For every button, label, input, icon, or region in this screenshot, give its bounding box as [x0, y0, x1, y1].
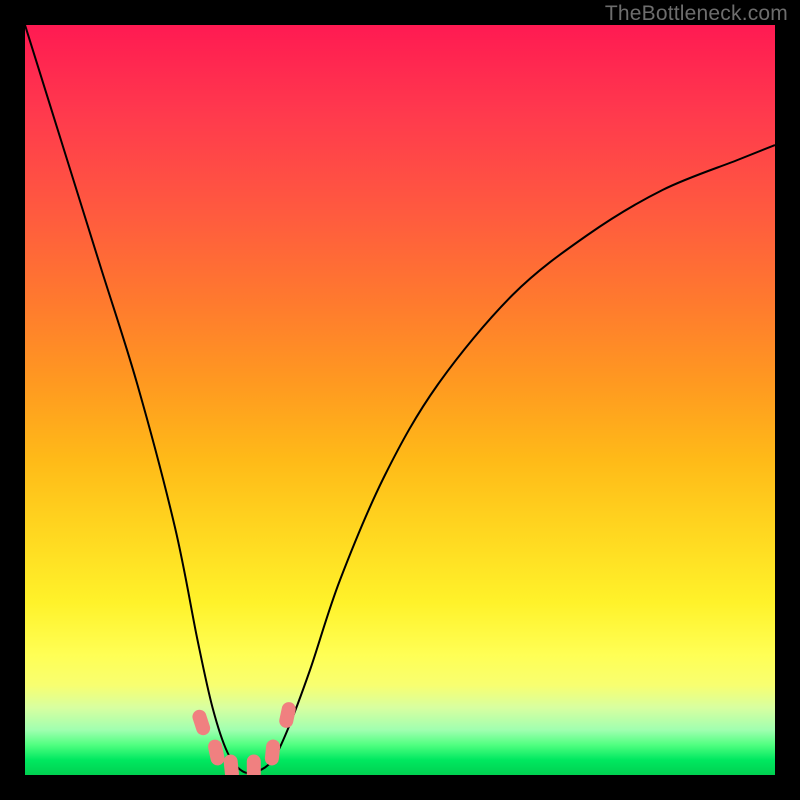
- chart-frame: TheBottleneck.com: [0, 0, 800, 800]
- marker-dot: [264, 739, 281, 766]
- marker-dot: [247, 755, 261, 776]
- watermark-text: TheBottleneck.com: [605, 2, 788, 26]
- marker-dot: [278, 701, 297, 729]
- marker-dot: [191, 708, 212, 737]
- curve-layer: [25, 25, 775, 775]
- marker-dot: [223, 754, 240, 775]
- marker-group: [191, 701, 297, 775]
- bottleneck-curve: [25, 25, 775, 773]
- plot-area: [25, 25, 775, 775]
